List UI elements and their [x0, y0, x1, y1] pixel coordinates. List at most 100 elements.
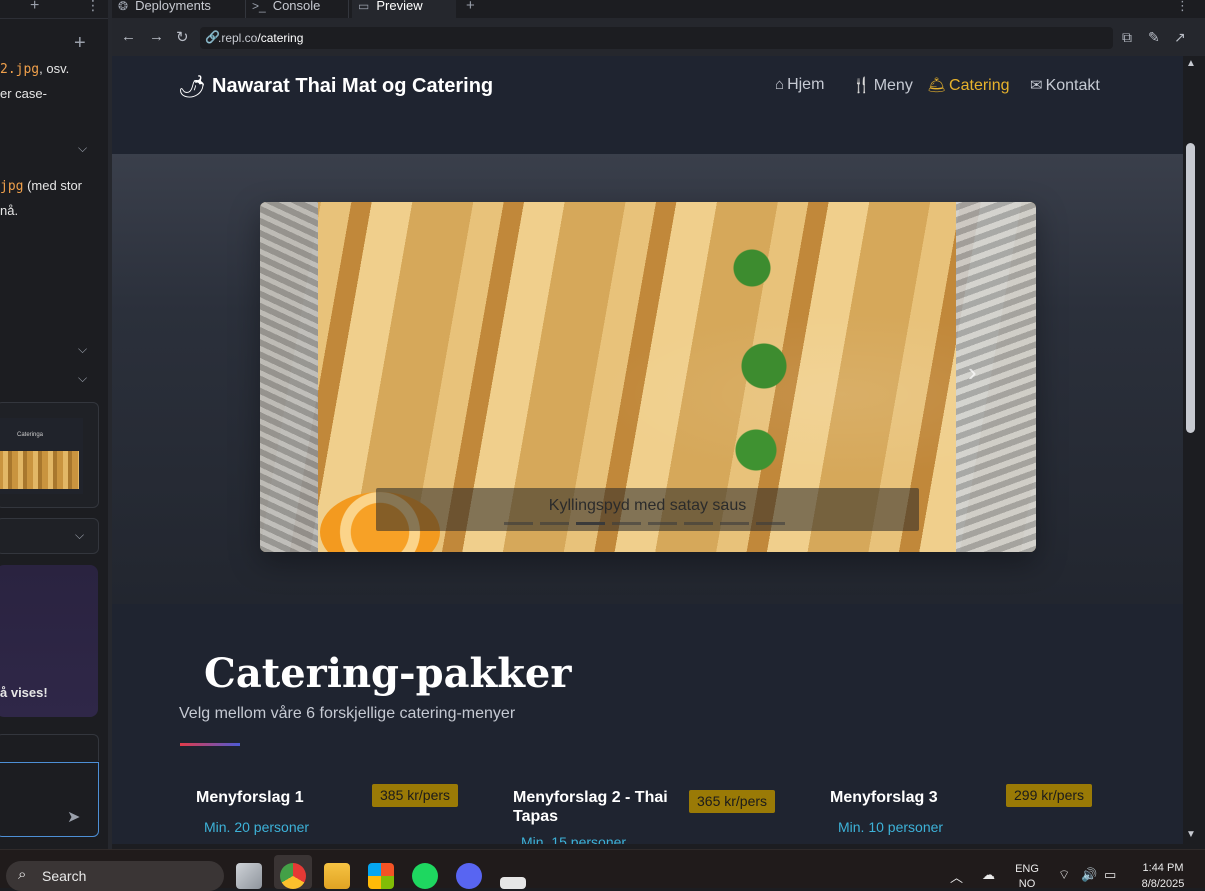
package-name: Menyforslag 1 [196, 789, 304, 806]
url-input[interactable]: 🔗 .repl.co/catering [200, 27, 1113, 49]
url-text: .repl.co/catering [218, 31, 304, 45]
more-options-icon[interactable]: ⋮ [86, 0, 100, 14]
carousel-indicator[interactable] [540, 522, 569, 525]
add-icon[interactable]: + [74, 32, 86, 55]
chat-line: 2.jpg, osv. [0, 61, 70, 77]
tab-console[interactable]: >_ Console [252, 0, 347, 18]
language-indicator[interactable]: ENG [1013, 863, 1041, 875]
preview-scrollbar[interactable]: ▲ ▼ [1183, 56, 1205, 844]
chevron-down-icon[interactable]: ⌵ [78, 141, 87, 156]
carousel-indicator[interactable] [576, 522, 605, 525]
package-card[interactable]: Menyforslag 3 299 kr/pers Min. 10 person… [830, 784, 1130, 844]
deploy-icon: ❂ [118, 0, 129, 13]
assistant-message: å vises! [0, 565, 98, 717]
preview-browser-bar: ← → ↻ 🔗 .repl.co/catering ⧉ ✎ ↗ [112, 18, 1205, 56]
scrollbar-thumb[interactable] [1186, 143, 1195, 433]
package-min: Min. 20 personer [204, 819, 310, 835]
utensils-icon: 🍴 [852, 77, 871, 94]
package-min: Min. 15 personer [521, 834, 627, 844]
carousel-indicator[interactable] [504, 522, 533, 525]
back-arrow-icon[interactable]: ← [121, 28, 136, 45]
discord-icon[interactable] [456, 863, 482, 889]
new-tab-icon[interactable]: + [466, 0, 475, 18]
thumbnail-image [0, 451, 79, 489]
envelope-icon: ✉ [1030, 77, 1043, 94]
chat-line: er case- [0, 86, 47, 101]
hero-section: › Kyllingspyd med satay saus [112, 154, 1183, 604]
carousel-next-icon[interactable]: › [968, 357, 977, 388]
assistant-message-text: å vises! [0, 685, 48, 700]
chili-icon: 🌶 [178, 74, 206, 99]
catering-packages-section: Catering-pakker Velg mellom våre 6 forsk… [112, 604, 1183, 844]
more-options-icon[interactable]: ⋮ [1176, 0, 1189, 18]
carousel-indicator[interactable] [720, 522, 749, 525]
reload-icon[interactable]: ↻ [176, 28, 189, 46]
nav-kontakt[interactable]: ✉ Kontakt [1030, 76, 1100, 95]
tab-separator [348, 0, 349, 18]
title-underline [180, 743, 240, 746]
clock-time[interactable]: 1:44 PM [1132, 862, 1194, 874]
store-icon[interactable] [368, 863, 394, 889]
chat-line: nå. [0, 203, 19, 218]
package-card[interactable]: Menyforslag 2 - Thai Tapas 365 kr/pers M… [513, 784, 813, 844]
carousel-indicator[interactable] [612, 522, 641, 525]
carousel[interactable]: › Kyllingspyd med satay saus [260, 202, 1036, 552]
tab-preview[interactable]: ▭ Preview [352, 0, 456, 18]
section-subtitle: Velg mellom våre 6 forskjellige catering… [179, 705, 516, 722]
task-view-icon[interactable] [236, 863, 262, 889]
caption-text: Kyllingspyd med satay saus [548, 497, 747, 514]
chevron-down-icon[interactable]: ⌵ [75, 528, 84, 543]
windows-taskbar: ⌕ Search ︿ ☁ ENG NO ⌔ 🔊 ▭ 1:44 PM 8/8/20… [0, 849, 1205, 891]
price-badge: 365 kr/pers [689, 790, 776, 813]
battery-icon[interactable]: ▭ [1104, 867, 1116, 883]
section-title: Catering-pakker [204, 650, 572, 697]
package-card[interactable]: Menyforslag 1 385 kr/pers Min. 20 person… [196, 784, 496, 844]
chevron-down-icon[interactable]: ⌵ [78, 371, 87, 386]
scroll-down-arrow-icon[interactable]: ▼ [1186, 829, 1196, 840]
nav-hjem[interactable]: ⌂ Hjem [775, 76, 824, 94]
volume-icon[interactable]: 🔊 [1081, 867, 1097, 883]
console-icon: >_ [252, 0, 266, 13]
chat-input[interactable]: ➤ [0, 762, 99, 837]
workspace-tabs: ❂ Deployments >_ Console ▭ Preview + ⋮ [112, 0, 1205, 18]
preview-icon: ▭ [358, 0, 370, 13]
wrench-icon[interactable]: ✎ [1148, 29, 1160, 46]
wifi-icon[interactable]: ⌔ [1058, 867, 1070, 883]
onedrive-icon[interactable]: ☁ [982, 867, 995, 883]
price-badge: 385 kr/pers [372, 784, 459, 807]
file-explorer-icon[interactable] [324, 863, 350, 889]
side-panel-topbar: + ⋮ [0, 0, 108, 19]
send-icon[interactable]: ➤ [67, 807, 80, 827]
scroll-up-arrow-icon[interactable]: ▲ [1186, 58, 1196, 69]
carousel-indicator[interactable] [684, 522, 713, 525]
preview-thumbnail[interactable]: Cateringa [0, 402, 99, 508]
spotify-icon[interactable] [412, 863, 438, 889]
tab-separator [245, 0, 246, 18]
collapsed-section[interactable]: ⌵ [0, 518, 99, 554]
package-name: Menyforslag 3 [830, 789, 938, 806]
chevron-down-icon[interactable]: ⌵ [78, 342, 87, 357]
forward-arrow-icon[interactable]: → [149, 28, 164, 45]
package-name: Menyforslag 2 - Thai Tapas [513, 789, 668, 825]
chat-line: jpg (med stor [0, 178, 82, 194]
nav-catering[interactable]: 🛎 Catering [927, 76, 1010, 95]
bell-icon: 🛎 [927, 77, 947, 94]
tray-chevron-up-icon[interactable]: ︿ [950, 867, 963, 886]
chrome-icon[interactable] [280, 863, 306, 889]
thumbnail-title: Cateringa [17, 432, 44, 438]
carousel-image-herb [720, 212, 800, 492]
nav-meny[interactable]: 🍴 Meny [852, 76, 913, 95]
site-title[interactable]: Nawarat Thai Mat og Catering [212, 75, 493, 98]
new-tab-plus-icon[interactable]: + [30, 0, 39, 15]
clock-date[interactable]: 8/8/2025 [1132, 878, 1194, 890]
thumbnail-screen: Cateringa [0, 418, 83, 494]
open-external-icon[interactable]: ↗ [1174, 29, 1186, 46]
tab-deployments[interactable]: ❂ Deployments [118, 0, 243, 18]
carousel-image-tray [260, 202, 318, 552]
carousel-indicator[interactable] [648, 522, 677, 525]
input-toolbar [0, 734, 99, 761]
carousel-indicator[interactable] [756, 522, 785, 525]
calendar-app-icon[interactable] [500, 877, 526, 889]
devices-icon[interactable]: ⧉ [1122, 29, 1132, 46]
region-indicator[interactable]: NO [1013, 878, 1041, 890]
